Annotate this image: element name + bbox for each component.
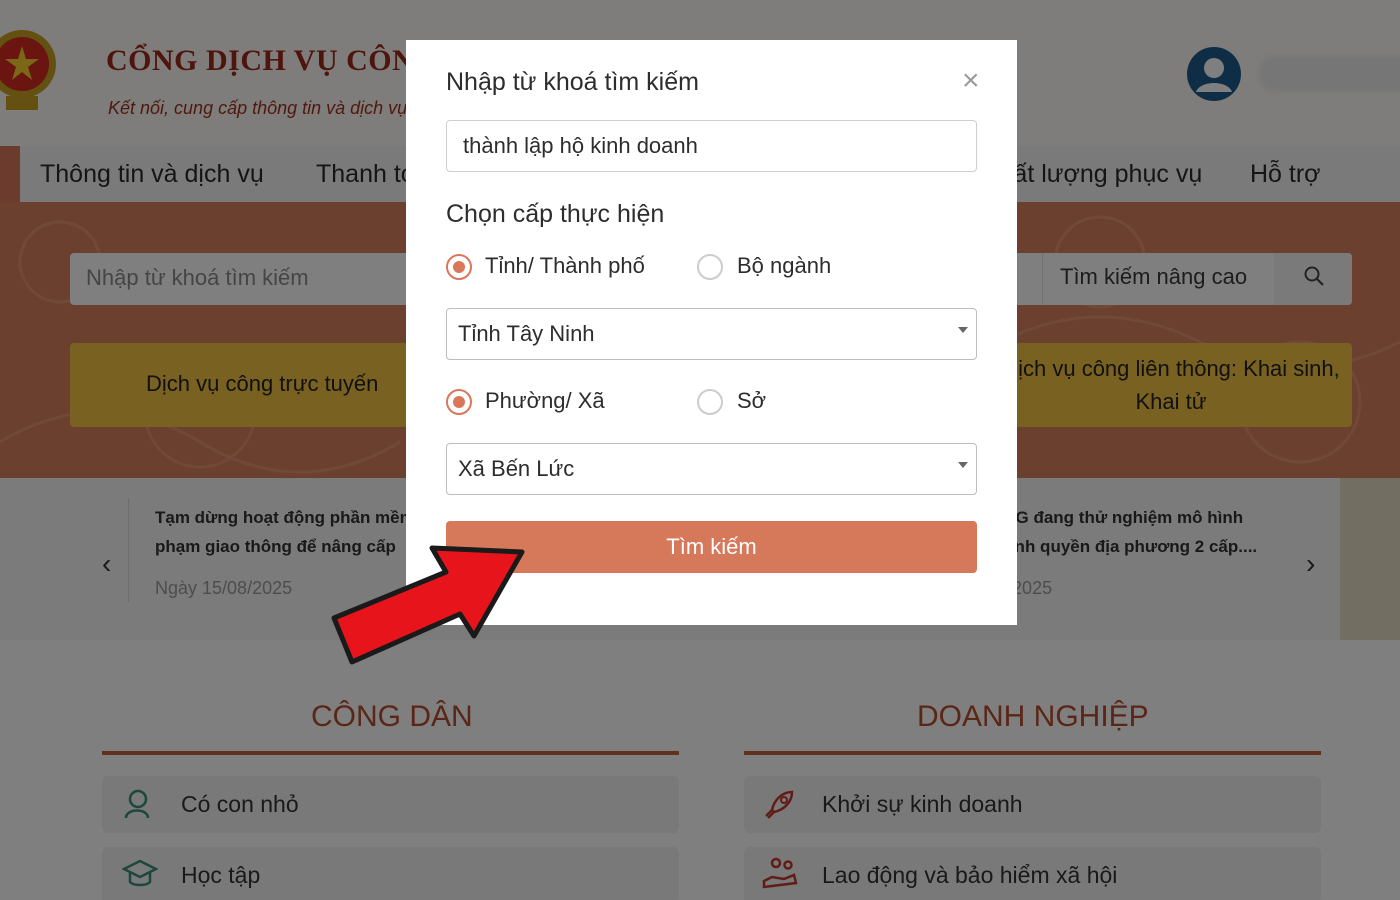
radio-province-label[interactable]: Tỉnh/ Thành phố [485,253,645,279]
radio-department-label[interactable]: Sở [737,388,766,414]
province-select-value: Tỉnh Tây Ninh [458,321,595,346]
ward-select[interactable]: Xã Bến Lức [446,443,977,495]
chevron-down-icon [958,327,968,333]
level-title: Chọn cấp thực hiện [446,200,665,228]
ward-select-value: Xã Bến Lức [458,456,575,481]
radio-ministry[interactable] [697,254,723,280]
close-icon[interactable]: × [962,64,980,98]
radio-ministry-label[interactable]: Bộ ngành [737,253,831,279]
keyword-input[interactable] [446,120,977,172]
radio-province[interactable] [446,254,472,280]
radio-ward[interactable] [446,389,472,415]
modal-title: Nhập từ khoá tìm kiếm [446,68,699,96]
red-pointer-arrow [331,545,525,665]
chevron-down-icon [958,462,968,468]
radio-department[interactable] [697,389,723,415]
radio-ward-label[interactable]: Phường/ Xã [485,388,605,414]
province-select[interactable]: Tỉnh Tây Ninh [446,308,977,360]
